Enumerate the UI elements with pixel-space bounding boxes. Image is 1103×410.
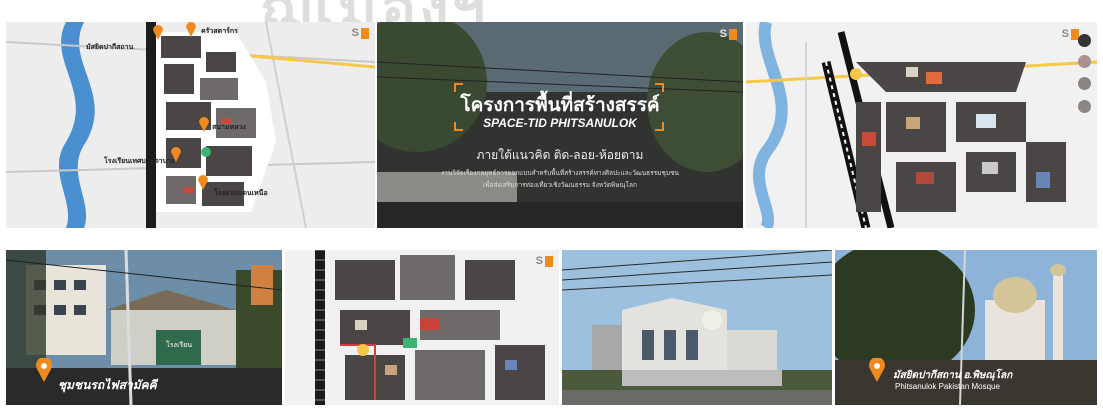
- legend-dot[interactable]: [1078, 34, 1091, 47]
- brand-logo: S: [536, 255, 553, 267]
- photo-caption-english: Phitsanulok Pakistan Mosque: [895, 382, 1000, 391]
- slide-description: งานวิจัยเรื่องกลยุทธ์การออกแบบสำหรับพื้น…: [441, 170, 679, 177]
- building-photo: [562, 250, 832, 405]
- sign-text: โรงเรียน: [166, 342, 192, 349]
- photo-caption-thai: มัสยิดปากีสถาน อ.พิษณุโลก: [893, 370, 1013, 381]
- zoomed-map: [285, 250, 559, 405]
- map-tile-3[interactable]: S: [285, 250, 559, 405]
- legend-dot[interactable]: [1078, 77, 1091, 90]
- brand-logo: S: [352, 27, 369, 39]
- slide-tagline: ภายใต้แนวคิด ติด-ลอย-ห้อยตาม: [476, 148, 644, 162]
- photo-tile-2[interactable]: [562, 250, 832, 405]
- location-pin-icon: [36, 358, 52, 382]
- map-label: ครัวสตาร์กร: [201, 28, 238, 35]
- slide-description: เพื่อส่งเสริมการท่องเที่ยวเชิงวัฒนธรรม จ…: [483, 182, 637, 189]
- map-tile-2[interactable]: S: [746, 22, 1097, 228]
- photo-tile-1[interactable]: ชุมชนรถไฟสามัคคี โรงเรียน: [6, 250, 282, 405]
- title-slide[interactable]: S โครงการพื้นที่สร้างสรรค์ SPACE-TID PHI…: [377, 22, 743, 228]
- map-label: สนามหลวง: [212, 124, 246, 131]
- photo-caption: ชุมชนรถไฟสามัคคี: [58, 378, 157, 392]
- location-pin-icon: [869, 358, 885, 382]
- neighborhood-map: [6, 22, 375, 228]
- map-label: โรงแรมแดนเหนือ: [214, 190, 268, 197]
- map-tile-1[interactable]: S ครัวสตาร์กร มัสยิดปากีสถาน สนามหลวง โร…: [6, 22, 375, 228]
- brand-logo: S: [1062, 28, 1079, 40]
- legend-dot[interactable]: [1078, 55, 1091, 68]
- map-label: มัสยิดปากีสถาน: [86, 44, 134, 51]
- illustrated-map: [746, 22, 1097, 228]
- photo-tile-3[interactable]: มัสยิดปากีสถาน อ.พิษณุโลก Phitsanulok Pa…: [835, 250, 1097, 405]
- map-label: โรงเรียนเทศบาลตาบาง: [104, 158, 175, 165]
- legend-dot[interactable]: [1078, 100, 1091, 113]
- brand-logo: S: [720, 28, 737, 40]
- slide-subtitle: SPACE-TID PHITSANULOK: [483, 116, 637, 130]
